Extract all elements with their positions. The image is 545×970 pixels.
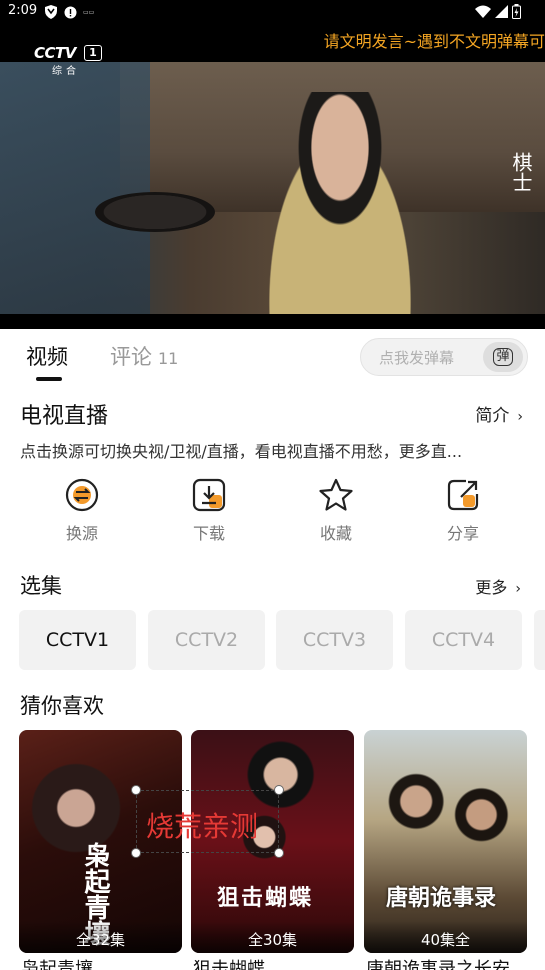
status-bar: 2:09 ▭▭ (0, 0, 545, 24)
recommend-item-title[interactable]: 狙击蝴蝶 (193, 955, 265, 970)
episode-chip[interactable]: CCTV2 (148, 610, 265, 670)
wifi-icon (475, 5, 491, 18)
comment-count: 11 (158, 349, 179, 368)
episode-chip[interactable]: CCTV4 (405, 610, 522, 670)
tab-active-indicator (36, 377, 62, 381)
episode-count-badge: 全30集 (191, 921, 354, 953)
more-label: 更多 (475, 578, 508, 597)
overlay-text: 烧荒亲测 (146, 810, 259, 843)
shield-icon (45, 5, 57, 19)
recommend-item-title[interactable]: 唐朝诡事录之长安 (366, 955, 510, 970)
scene-figure (0, 62, 150, 314)
video-player[interactable]: CCTV 1 综合 请文明发言~遇到不文明弹幕可 棋士 (0, 24, 545, 329)
episode-chip[interactable]: CCTV3 (276, 610, 393, 670)
star-icon (319, 478, 353, 511)
page-title: 电视直播 (20, 404, 109, 429)
danmaku-toggle-button[interactable]: 弹 (483, 342, 523, 372)
favorite-button[interactable]: 收藏 (296, 478, 376, 544)
favorite-label: 收藏 (319, 524, 352, 543)
intro-label: 简介 (475, 406, 510, 426)
download-button[interactable]: 下载 (169, 478, 249, 544)
switch-source-icon (65, 478, 99, 512)
danmaku-notice: 请文明发言~遇到不文明弹幕可 (323, 32, 545, 51)
video-frame[interactable] (0, 62, 545, 314)
resize-handle[interactable] (131, 848, 141, 858)
download-label: 下载 (192, 524, 225, 543)
danmaku-input[interactable]: 点我发弹幕 弹 (360, 338, 528, 376)
scene-table (95, 192, 215, 232)
scene-person (250, 92, 430, 314)
share-icon (447, 479, 479, 511)
show-watermark: 棋士 (509, 152, 533, 192)
chevron-right-icon: › (515, 581, 521, 597)
episode-chip[interactable]: CCTV1 (19, 610, 136, 670)
battery-icon (512, 4, 521, 19)
status-icons-left: ▭▭ (44, 5, 94, 19)
app-icon: ▭▭ (83, 8, 95, 16)
danmaku-icon: 弹 (493, 348, 513, 366)
content-tabs: 视频 评论 11 点我发弹幕 弹 (0, 329, 545, 385)
episodes-title: 选集 (20, 574, 62, 598)
channel-logo: CCTV 1 综合 (34, 44, 104, 77)
signal-icon (495, 5, 508, 18)
channel-logo-number: 1 (84, 45, 102, 61)
intro-link[interactable]: 简介 › (475, 401, 523, 426)
share-label: 分享 (446, 524, 479, 543)
switch-source-button[interactable]: 换源 (42, 478, 122, 544)
recommend-title: 猜你喜欢 (20, 694, 104, 718)
episode-count-badge: 全32集 (19, 921, 182, 953)
tab-comments[interactable]: 评论 11 (110, 341, 178, 371)
resize-handle[interactable] (274, 848, 284, 858)
episode-chip-overflow[interactable] (534, 610, 545, 670)
poster-calligraphy: 狙击蝴蝶 (217, 885, 314, 911)
channel-logo-text: CCTV (34, 44, 76, 62)
episode-count-badge: 40集全 (364, 921, 527, 953)
resize-handle[interactable] (131, 785, 141, 795)
tab-video[interactable]: 视频 (26, 341, 68, 371)
danmaku-placeholder: 点我发弹幕 (379, 349, 455, 367)
tab-comments-label: 评论 (110, 345, 152, 369)
status-time: 2:09 (8, 3, 38, 18)
alert-icon (64, 6, 77, 18)
poster-calligraphy: 唐朝诡事录 (386, 885, 497, 911)
switch-source-label: 换源 (65, 524, 98, 543)
download-icon (192, 478, 226, 512)
recommend-item-title[interactable]: 枭起青壤 (21, 955, 93, 970)
share-button[interactable]: 分享 (423, 478, 503, 544)
resize-handle[interactable] (274, 785, 284, 795)
status-icons-right (475, 4, 521, 19)
recommend-poster[interactable]: 唐朝诡事录 40集全 (364, 730, 527, 953)
channel-logo-sub: 综合 (52, 66, 80, 77)
chevron-right-icon: › (517, 409, 523, 425)
episodes-more-link[interactable]: 更多 › (475, 574, 521, 598)
description: 点击换源可切换央视/卫视/直播，看电视直播不用愁，更多直... (20, 442, 463, 461)
